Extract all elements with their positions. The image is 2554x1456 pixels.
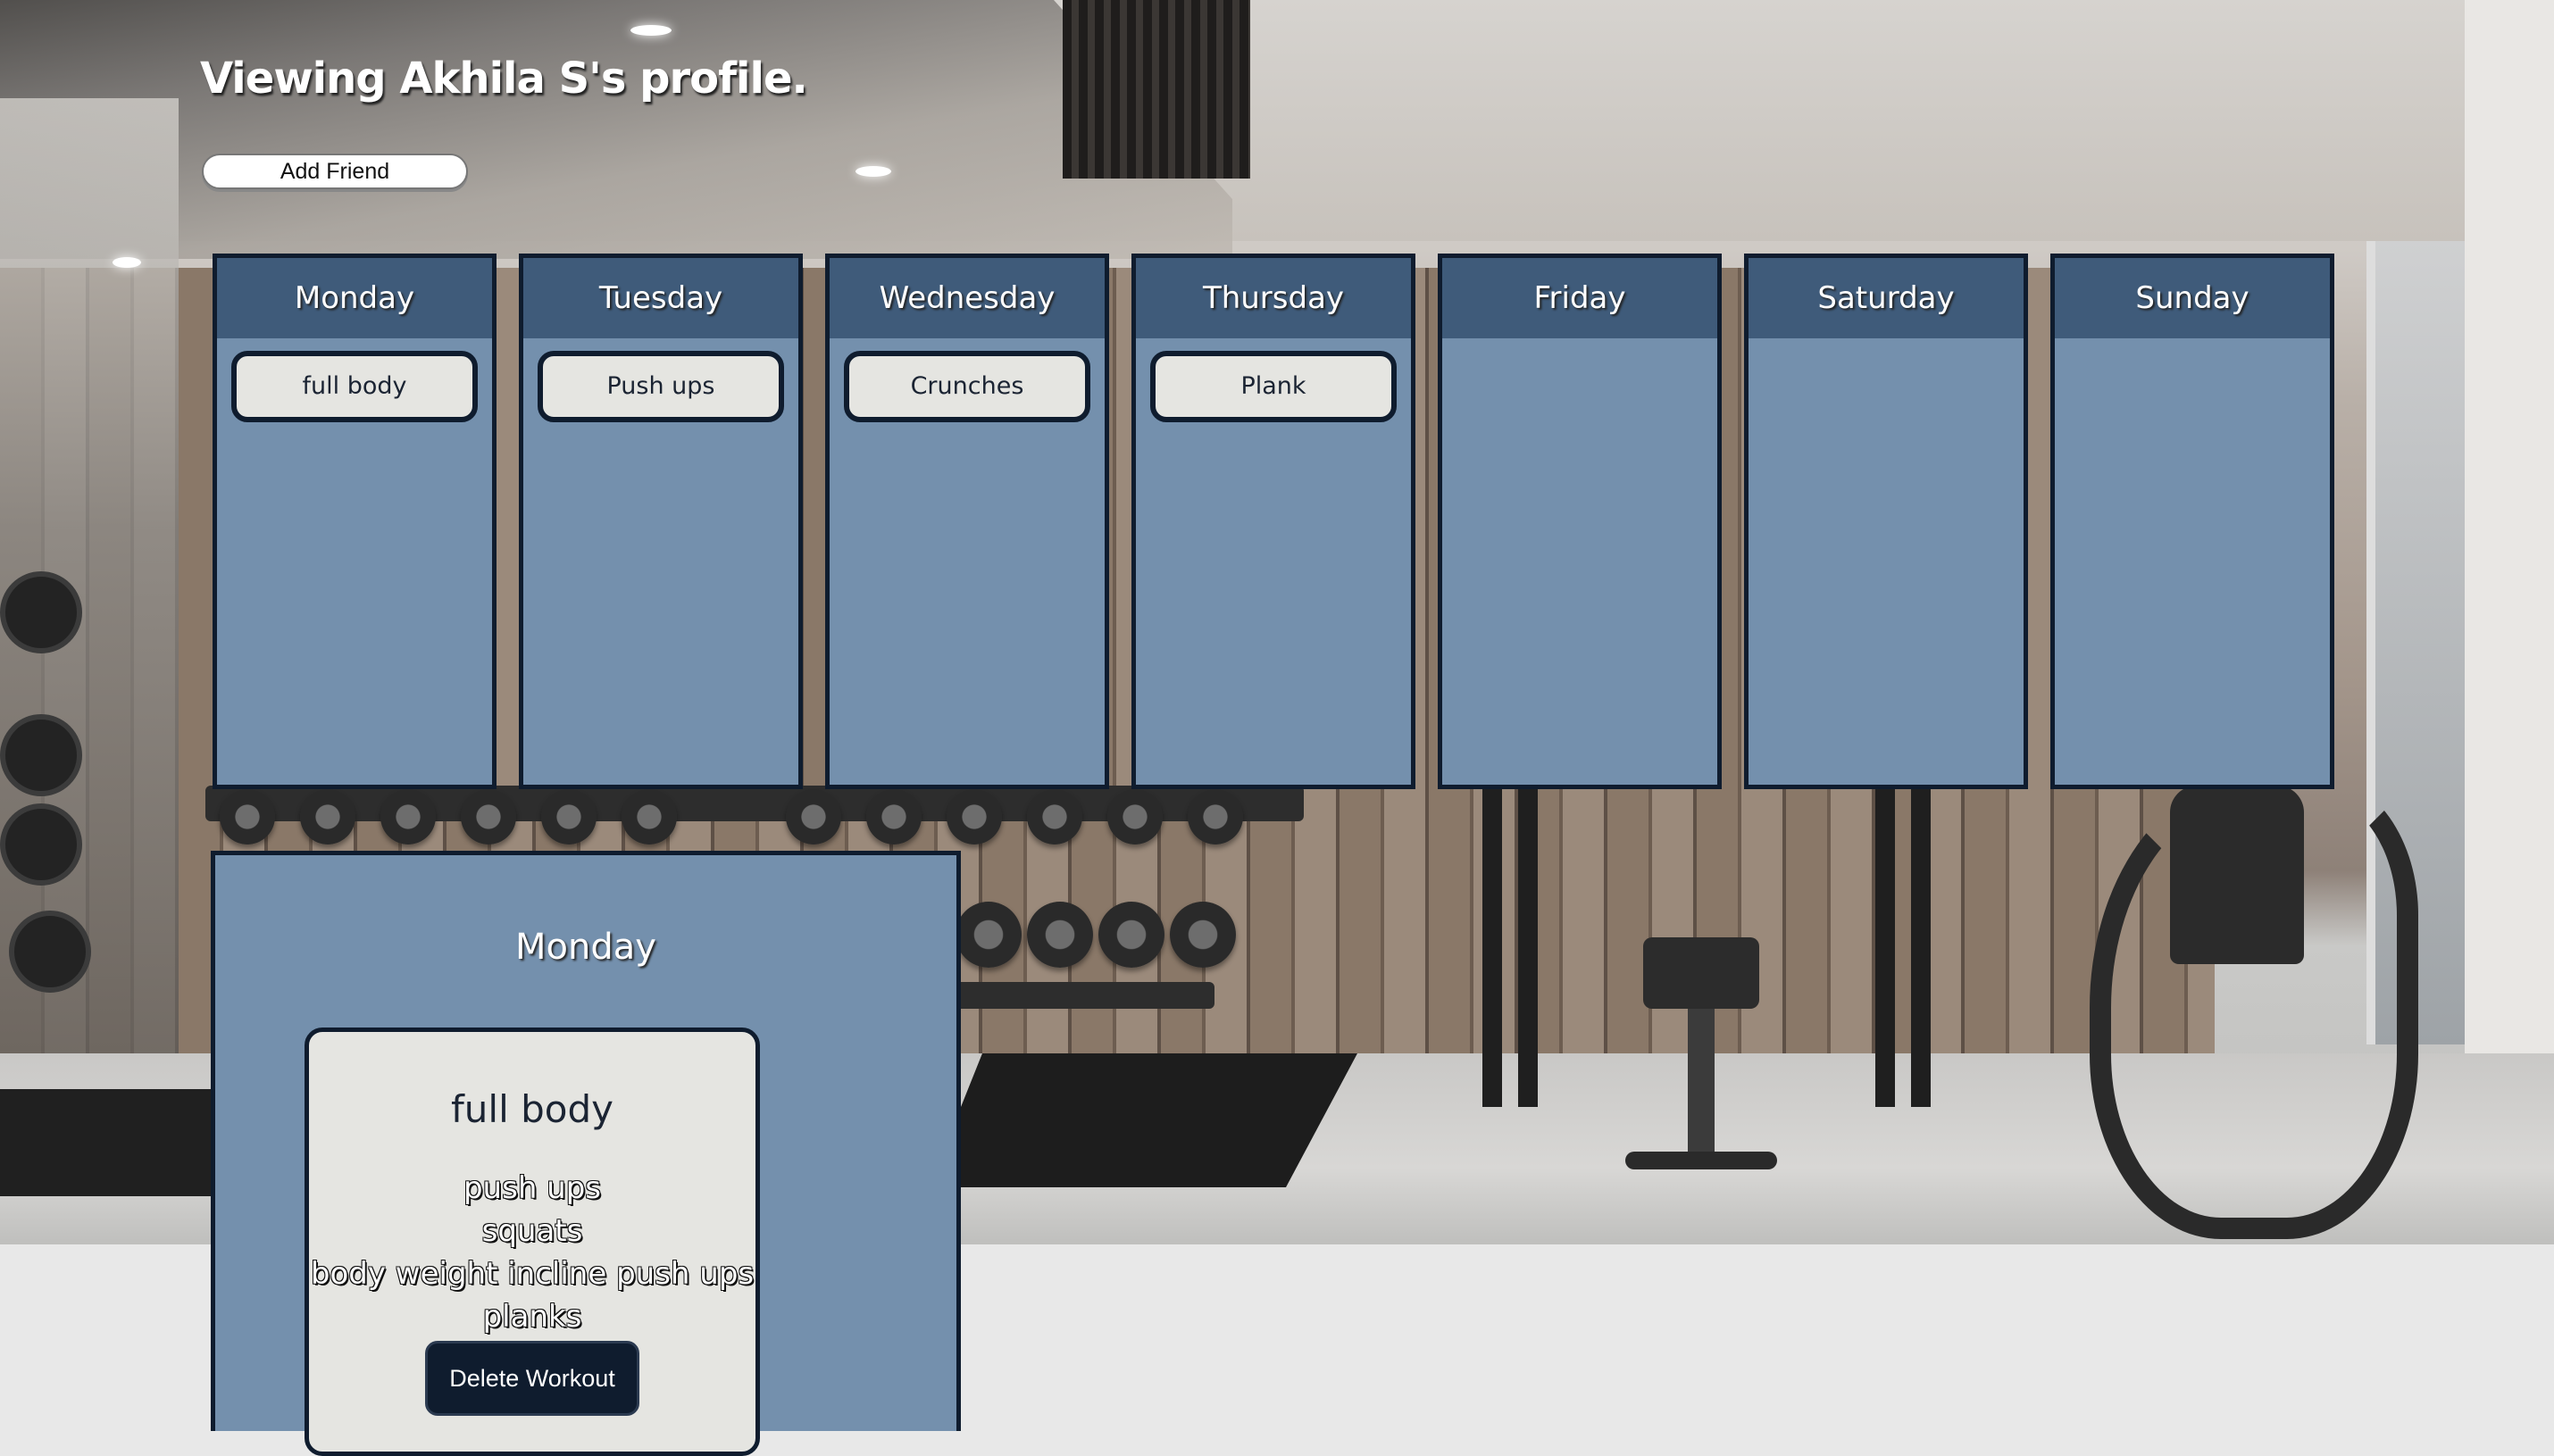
add-friend-button[interactable]: Add Friend [202,154,468,189]
workout-name: full body [451,1087,613,1131]
dumbbell [1188,789,1243,844]
dumbbell [461,789,516,844]
weight-plate [0,714,82,796]
workout-detail-card: full body push ups squats body weight in… [305,1028,760,1456]
dumbbell [956,902,1022,968]
day-header: Thursday [1136,258,1411,338]
squat-rack-post [1518,786,1538,1107]
dumbbell [220,789,275,844]
weight-bench-base [1625,1152,1777,1169]
workout-card-button[interactable]: Push ups [538,351,784,422]
ceiling-slats [1063,0,1250,179]
delete-workout-button[interactable]: Delete Workout [425,1341,639,1416]
squat-rack-post [1875,786,1895,1107]
exercise-list: push ups squats body weight incline push… [309,1167,755,1338]
workout-card-button[interactable]: full body [231,351,478,422]
day-column-monday: Monday full body [213,254,497,789]
ceiling-beam [0,0,1232,259]
squat-rack-post [1482,786,1502,1107]
dumbbell [786,789,841,844]
dumbbell [1107,789,1163,844]
day-column-thursday: Thursday Plank [1131,254,1415,789]
day-header: Sunday [2055,258,2330,338]
exercise-item: squats [481,1213,583,1249]
day-header: Wednesday [830,258,1105,338]
day-column-wednesday: Wednesday Crunches [825,254,1109,789]
weight-plate [9,911,91,993]
day-header: Friday [1442,258,1717,338]
workout-card-button[interactable]: Plank [1150,351,1397,422]
workout-card-button[interactable]: Crunches [844,351,1090,422]
dumbbell [1027,902,1093,968]
dumbbell [1170,902,1236,968]
weight-bench [1643,937,1759,1009]
day-detail-panel: Monday full body push ups squats body we… [211,851,961,1456]
exercise-bike [2090,777,2418,1239]
page-title: Viewing Akhila S's profile. [200,54,808,104]
ceiling-light [630,25,672,36]
squat-rack-post [1911,786,1931,1107]
ceiling-light [856,166,891,177]
day-column-tuesday: Tuesday Push ups [519,254,803,789]
day-header: Monday [217,258,492,338]
dumbbell [622,789,677,844]
weight-plate [0,571,82,653]
dumbbell [1027,789,1082,844]
exercise-item: push ups [463,1170,602,1206]
exercise-item: body weight incline push ups [310,1256,755,1292]
day-header: Saturday [1749,258,2024,338]
floor-mat [929,1053,1357,1187]
dumbbell [1098,902,1164,968]
day-column-sunday: Sunday [2050,254,2334,789]
detail-day-title: Monday [515,927,656,968]
exercise-item: planks [482,1299,582,1335]
day-column-friday: Friday [1438,254,1722,789]
weight-bench-leg [1688,1009,1715,1161]
weight-plate [0,803,82,886]
day-column-saturday: Saturday [1744,254,2028,789]
dumbbell [380,789,436,844]
ceiling-light [113,257,141,268]
dumbbell [866,789,922,844]
day-header: Tuesday [523,258,798,338]
dumbbell [947,789,1002,844]
dumbbell [300,789,355,844]
floor-mat-left [0,1089,232,1196]
dumbbell [541,789,597,844]
